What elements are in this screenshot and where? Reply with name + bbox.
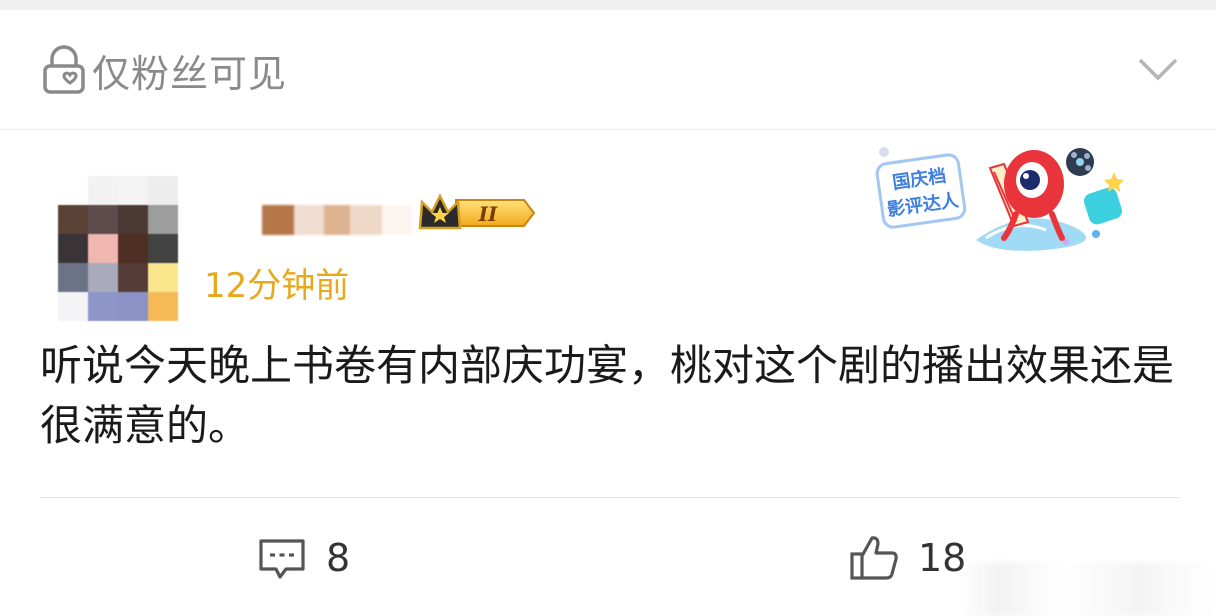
member-level-badge[interactable]: II <box>416 190 540 236</box>
crown-icon <box>418 193 462 230</box>
avatar[interactable] <box>58 176 178 322</box>
comment-icon <box>259 539 305 579</box>
movie-critic-sticker: 国庆档 影评达人 <box>875 147 1124 251</box>
divider <box>40 497 1180 498</box>
thumbs-up-icon <box>850 536 898 580</box>
chevron-down-icon[interactable] <box>1136 54 1180 84</box>
lock-heart-icon <box>43 45 85 94</box>
post-timestamp: 12分钟前 <box>204 266 350 306</box>
visibility-indicator: 仅粉丝可见 <box>40 44 287 96</box>
badge-level-text: II <box>478 202 498 226</box>
comment-count: 8 <box>326 536 351 580</box>
divider <box>0 129 1216 130</box>
post-content: 听说今天晚上书卷有内部庆功宴，桃对这个剧的播出效果还是很满意的。 <box>40 341 1175 450</box>
like-button[interactable]: 18 <box>848 530 966 586</box>
visibility-label: 仅粉丝可见 <box>92 51 288 96</box>
comment-button[interactable]: 8 <box>256 530 350 586</box>
top-strip <box>0 0 1216 10</box>
username-blurred[interactable] <box>262 205 412 235</box>
blurred-overlay <box>960 562 1216 616</box>
